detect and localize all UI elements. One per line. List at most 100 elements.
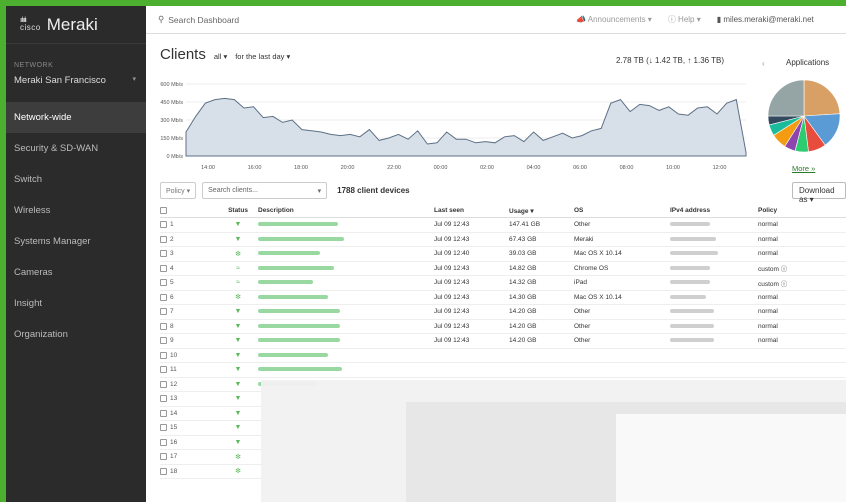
info-icon[interactable]: ⓘ [781,281,788,288]
row-description[interactable] [258,308,434,315]
row-checkbox[interactable] [160,293,167,301]
row-description[interactable] [258,265,434,272]
table-row[interactable]: 11 ▼ [160,363,846,378]
row-checkbox[interactable] [160,322,167,330]
pie-slice[interactable] [767,79,805,117]
row-policy-value: normal [758,337,778,345]
topbar-right: 📣 Announcements ▾ ⓘ Help ▾ ▮ miles.merak… [576,14,814,25]
row-description[interactable] [258,337,434,344]
row-checkbox[interactable] [160,366,167,374]
header-ipv4[interactable]: IPv4 address [670,207,758,214]
client-search-input[interactable]: Search clients... ▾ [202,182,328,199]
cisco-logo: ıılıılı cisco [20,17,41,32]
y-tick-label: 150 Mb/s [160,136,183,142]
wifi-icon: ≈ [236,279,240,287]
help-menu[interactable]: ⓘ Help ▾ [668,14,701,25]
row-checkbox[interactable] [160,424,167,432]
usage-area-series[interactable] [185,97,747,157]
header-os[interactable]: OS [574,207,670,214]
header-policy[interactable]: Policy [758,207,818,214]
row-policy[interactable]: normal [758,221,818,228]
select-all-checkbox[interactable] [160,207,167,214]
row-policy[interactable]: normal [758,323,818,330]
row-ipv4 [670,265,758,272]
row-checkbox[interactable] [160,279,167,287]
meraki-logo[interactable]: ıılıılı cisco Meraki [6,6,146,44]
row-checkbox[interactable] [160,395,167,403]
row-description[interactable] [258,221,434,228]
row-policy[interactable]: normal [758,250,818,257]
header-usage[interactable]: Usage ▾ [509,207,574,215]
row-checkbox[interactable] [160,409,167,417]
table-row[interactable]: 8 ▼ Jul 09 12:43 14.20 GB Other normal [160,320,846,334]
chevron-left-icon[interactable]: ‹ [762,59,765,68]
row-number: 18 [170,467,178,475]
pie-slice[interactable] [803,79,841,117]
row-checkbox[interactable] [160,235,167,243]
row-last-seen: Jul 09 12:43 [434,235,470,243]
row-description[interactable] [258,294,434,301]
row-description[interactable] [258,323,434,330]
header-description[interactable]: Description [258,207,434,214]
row-description[interactable] [258,236,434,243]
table-row[interactable]: 4 ≈ Jul 09 12:43 14.82 GB Chrome OS custom ⓘ [160,262,846,276]
row-checkbox[interactable] [160,250,167,258]
download-button[interactable]: Download as ▾ [792,182,846,204]
sidebar-item-insight[interactable]: Insight [6,288,146,319]
row-policy[interactable]: custom ⓘ [758,263,818,273]
network-selector[interactable]: Meraki San Francisco ▾ [6,69,146,86]
table-row[interactable]: 7 ▼ Jul 09 12:43 14.20 GB Other normal [160,305,846,320]
row-description[interactable] [258,250,434,257]
row-checkbox[interactable] [160,337,167,345]
table-row[interactable]: 10 ▼ [160,349,846,363]
sidebar-item-network-wide[interactable]: Network-wide [6,102,146,133]
info-icon[interactable]: ⓘ [781,266,788,273]
row-checkbox[interactable] [160,467,167,475]
sidebar-item-systems-manager[interactable]: Systems Manager [6,226,146,257]
row-checkbox[interactable] [160,380,167,388]
row-description[interactable] [258,279,434,286]
wired-icon: ▼ [234,409,242,417]
policy-dropdown[interactable]: Policy ▾ [160,182,197,199]
sidebar-item-wireless[interactable]: Wireless [6,195,146,226]
header-status[interactable]: Status [218,207,258,214]
sidebar-item-organization[interactable]: Organization [6,319,146,350]
row-description[interactable] [258,366,434,373]
announcements-menu[interactable]: 📣 Announcements ▾ [576,15,652,24]
table-row[interactable]: 9 ▼ Jul 09 12:43 14.20 GB Other normal [160,334,846,349]
table-row[interactable]: 3 ✼ Jul 09 12:40 39.03 GB Mac OS X 10.14 norm… [160,247,846,262]
row-checkbox[interactable] [160,308,167,316]
more-link[interactable]: More » [792,164,815,173]
header-last-seen[interactable]: Last seen [434,207,509,214]
row-checkbox[interactable] [160,221,167,229]
row-usage: 14.32 GB [509,279,537,287]
client-filter-dropdown[interactable]: all ▾ [214,52,227,61]
row-checkbox[interactable] [160,438,167,446]
row-last-seen: Jul 09 12:43 [434,279,470,287]
row-policy[interactable]: normal [758,294,818,301]
row-policy[interactable]: custom ⓘ [758,278,818,288]
row-checkbox[interactable] [160,453,167,461]
row-policy[interactable]: normal [758,308,818,315]
search-input[interactable]: Search Dashboard [168,15,239,25]
time-range-dropdown[interactable]: for the last day ▾ [235,52,290,61]
table-row[interactable]: 1 ▼ Jul 09 12:43 147.41 GB Other normal [160,218,846,233]
dashboard-search[interactable]: ⚲ Search Dashboard [146,14,576,25]
row-policy[interactable]: normal [758,236,818,243]
sidebar-item-cameras[interactable]: Cameras [6,257,146,288]
table-row[interactable]: 5 ≈ Jul 09 12:43 14.32 GB iPad custom ⓘ [160,276,846,291]
user-menu[interactable]: ▮ miles.meraki@meraki.net [717,15,814,24]
table-row[interactable]: 2 ▼ Jul 09 12:43 67.43 GB Meraki normal [160,233,846,247]
y-tick-label: 600 Mb/s [160,82,183,88]
row-checkbox[interactable] [160,264,167,272]
row-checkbox[interactable] [160,351,167,359]
row-os: Meraki [574,235,594,243]
sidebar-item-security-sd-wan[interactable]: Security & SD-WAN [6,133,146,164]
row-description[interactable] [258,352,434,359]
row-number: 10 [170,351,178,359]
sidebar-item-switch[interactable]: Switch [6,164,146,195]
row-policy[interactable]: normal [758,337,818,344]
applications-pie-chart[interactable] [764,76,844,156]
cisco-wordmark: cisco [20,23,41,32]
table-row[interactable]: 6 ✼ Jul 09 12:43 14.30 GB Mac OS X 10.14 norm… [160,291,846,305]
